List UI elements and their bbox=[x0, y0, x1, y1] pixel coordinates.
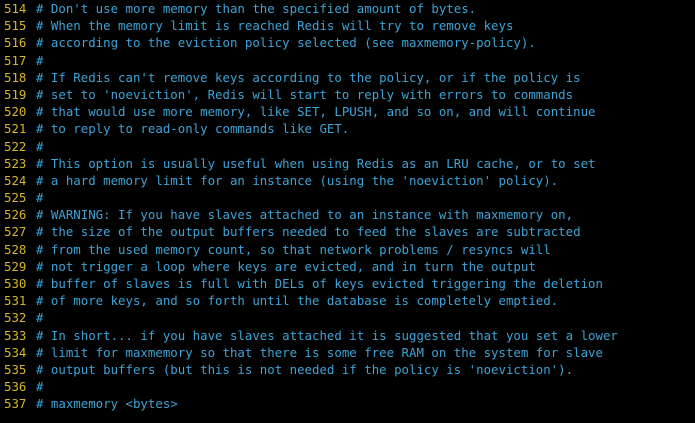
editor-line: 516 # according to the eviction policy se… bbox=[0, 34, 695, 51]
line-number: 524 bbox=[4, 172, 27, 188]
editor-viewport[interactable]: 514 # Don't use more memory than the spec… bbox=[0, 0, 695, 423]
editor-line: 515 # When the memory limit is reached Re… bbox=[0, 17, 695, 34]
line-number: 522 bbox=[4, 138, 27, 154]
line-number: 520 bbox=[4, 104, 27, 120]
editor-line: 521 # to reply to read-only commands like… bbox=[0, 120, 695, 137]
line-text: # according to the eviction policy selec… bbox=[36, 35, 536, 51]
line-number: 530 bbox=[4, 276, 27, 291]
editor-line: 534 # limit for maxmemory so that there i… bbox=[0, 344, 695, 361]
line-number: 527 bbox=[4, 224, 27, 240]
editor-line: 520 # that would use more memory, like SE… bbox=[0, 103, 695, 120]
line-number: 536 bbox=[4, 379, 27, 395]
editor-line: 519 # set to 'noeviction', Redis will sta… bbox=[0, 86, 695, 103]
editor-line: 533 # In short... if you have slaves atta… bbox=[0, 327, 695, 344]
editor-line: 517 # bbox=[0, 52, 695, 69]
line-text: # that would use more memory, like SET, … bbox=[36, 104, 596, 120]
editor-line: 514 # Don't use more memory than the spec… bbox=[0, 0, 695, 17]
line-number: 523 bbox=[4, 155, 27, 171]
editor-line: 518 # If Redis can't remove keys accordin… bbox=[0, 69, 695, 86]
line-text: # from the used memory count, so that ne… bbox=[36, 241, 551, 257]
line-number: 532 bbox=[4, 310, 27, 326]
editor-line: 524 # a hard memory limit for an instance… bbox=[0, 172, 695, 189]
editor-line: 529 # not trigger a loop where keys are e… bbox=[0, 258, 695, 275]
line-text: # buffer of slaves is full with DELs of … bbox=[36, 276, 603, 291]
line-text: # When the memory limit is reached Redis… bbox=[36, 18, 514, 34]
line-text: # If Redis can't remove keys according t… bbox=[36, 69, 581, 85]
line-number: 537 bbox=[4, 396, 27, 412]
line-text: # set to 'noeviction', Redis will start … bbox=[36, 86, 574, 102]
line-number: 526 bbox=[4, 207, 27, 223]
line-number: 515 bbox=[4, 18, 27, 34]
line-text: # bbox=[36, 52, 44, 68]
editor-line: 523 # This option is usually useful when … bbox=[0, 155, 695, 172]
line-number: 517 bbox=[4, 52, 27, 68]
editor-line: 536 # bbox=[0, 378, 695, 395]
line-number: 525 bbox=[4, 190, 27, 206]
line-text: # bbox=[36, 310, 44, 326]
editor-line: 525 # bbox=[0, 189, 695, 206]
line-text: # the size of the output buffers needed … bbox=[36, 224, 581, 240]
editor-line: 526 # WARNING: If you have slaves attache… bbox=[0, 206, 695, 223]
line-number: 534 bbox=[4, 344, 27, 360]
line-text: # bbox=[36, 379, 44, 395]
line-number: 516 bbox=[4, 35, 27, 51]
line-text: # a hard memory limit for an instance (u… bbox=[36, 172, 559, 188]
editor-line: 531 # of more keys, and so forth until th… bbox=[0, 292, 695, 309]
line-text: # output buffers (but this is not needed… bbox=[36, 361, 574, 377]
line-number: 519 bbox=[4, 86, 27, 102]
editor-line: 527 # the size of the output buffers need… bbox=[0, 223, 695, 240]
editor-line: 537 # maxmemory <bytes> bbox=[0, 395, 695, 412]
editor-line: 535 # output buffers (but this is not nee… bbox=[0, 361, 695, 378]
line-text: # WARNING: If you have slaves attached t… bbox=[36, 207, 574, 223]
line-text: # bbox=[36, 138, 44, 154]
line-text: # of more keys, and so forth until the d… bbox=[36, 293, 559, 309]
line-text: # not trigger a loop where keys are evic… bbox=[36, 258, 536, 274]
editor-line: 532 # bbox=[0, 309, 695, 326]
line-number: 533 bbox=[4, 327, 27, 343]
line-text: # Don't use more memory than the specifi… bbox=[36, 1, 477, 16]
line-text: # This option is usually useful when usi… bbox=[36, 155, 596, 171]
line-number: 531 bbox=[4, 293, 27, 309]
line-number: 521 bbox=[4, 121, 27, 137]
line-number: 529 bbox=[4, 258, 27, 274]
line-text: # limit for maxmemory so that there is s… bbox=[36, 344, 603, 360]
line-text: # bbox=[36, 190, 44, 206]
editor-line: 530 # buffer of slaves is full with DELs … bbox=[0, 275, 695, 292]
line-number: 535 bbox=[4, 361, 27, 377]
editor-line: 522 # bbox=[0, 138, 695, 155]
editor-line: 528 # from the used memory count, so that… bbox=[0, 241, 695, 258]
line-number: 518 bbox=[4, 69, 27, 85]
line-number: 528 bbox=[4, 241, 27, 257]
line-number: 514 bbox=[4, 1, 27, 16]
line-text: # maxmemory <bytes> bbox=[36, 396, 178, 412]
line-text: # to reply to read-only commands like GE… bbox=[36, 121, 350, 137]
line-text: # In short... if you have slaves attache… bbox=[36, 327, 618, 343]
